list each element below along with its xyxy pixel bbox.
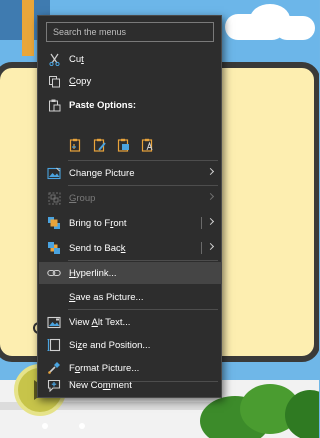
- link-icon: [47, 266, 61, 280]
- menu-item-label: Group: [69, 193, 96, 204]
- chevron-right-icon: [206, 167, 215, 176]
- search-menus-input[interactable]: [46, 22, 214, 42]
- menu-item-label: Send to Back: [69, 243, 126, 254]
- menu-divider: [68, 185, 218, 186]
- menu-item-change-picture[interactable]: Change Picture: [39, 162, 222, 184]
- cloud: [275, 16, 315, 40]
- format-picture-icon: [47, 361, 61, 375]
- new-comment-icon: [47, 378, 61, 392]
- scissors-icon: [47, 52, 61, 66]
- paste-keep-source-formatting-icon[interactable]: [92, 137, 108, 153]
- menu-item-new-comment[interactable]: New Comment: [39, 374, 222, 396]
- menu-item-label: Size and Position...: [69, 340, 151, 351]
- context-menu: Cut Copy Paste Options: Chan: [37, 15, 222, 398]
- menu-divider: [68, 309, 218, 310]
- menu-item-paste-options: Paste Options:: [39, 94, 222, 116]
- menu-item-hyperlink[interactable]: Hyperlink...: [39, 262, 222, 284]
- menu-item-label: Change Picture: [69, 168, 135, 179]
- paste-use-destination-theme-icon[interactable]: [68, 137, 84, 153]
- chevron-right-icon: [206, 192, 215, 201]
- bring-to-front-icon: [47, 216, 61, 230]
- menu-item-send-to-back[interactable]: Send to Back: [39, 237, 222, 259]
- menu-item-cut[interactable]: Cut: [39, 48, 222, 70]
- menu-item-size-and-position[interactable]: Size and Position...: [39, 334, 222, 356]
- menu-item-label: Save as Picture...: [69, 292, 144, 303]
- paste-options-row: [68, 137, 156, 155]
- paste-keep-text-only-icon[interactable]: [140, 137, 156, 153]
- menu-item-label: Format Picture...: [69, 363, 140, 374]
- chevron-right-icon[interactable]: [206, 242, 215, 251]
- slide-dot: [42, 423, 48, 429]
- menu-item-bring-to-front[interactable]: Bring to Front: [39, 212, 222, 234]
- menu-item-label: New Comment: [69, 380, 132, 391]
- menu-item-label: Hyperlink...: [69, 268, 117, 279]
- menu-item-group: Group: [39, 187, 222, 209]
- alt-text-icon: [47, 315, 61, 329]
- slide-pole: [22, 0, 34, 56]
- menu-item-copy[interactable]: Copy: [39, 70, 222, 92]
- group-icon: [47, 191, 61, 205]
- menu-item-save-as-picture[interactable]: Save as Picture...: [39, 286, 222, 308]
- copy-icon: [47, 74, 61, 88]
- paste-icon: [47, 98, 61, 112]
- slide-dot: [79, 423, 85, 429]
- menu-item-label: Copy: [69, 76, 92, 87]
- menu-item-label: Paste Options:: [69, 100, 137, 111]
- send-to-back-icon: [47, 241, 61, 255]
- split-separator: [201, 242, 202, 254]
- menu-divider: [68, 160, 218, 161]
- chevron-right-icon[interactable]: [206, 217, 215, 226]
- menu-divider: [68, 260, 218, 261]
- paste-picture-icon[interactable]: [116, 137, 132, 153]
- menu-item-label: Bring to Front: [69, 218, 127, 229]
- size-and-position-icon: [47, 338, 61, 352]
- change-picture-icon: [47, 166, 61, 180]
- menu-item-label: View Alt Text...: [69, 317, 131, 328]
- menu-item-view-alt-text[interactable]: View Alt Text...: [39, 311, 222, 333]
- split-separator: [201, 217, 202, 229]
- menu-item-label: Cut: [69, 54, 84, 65]
